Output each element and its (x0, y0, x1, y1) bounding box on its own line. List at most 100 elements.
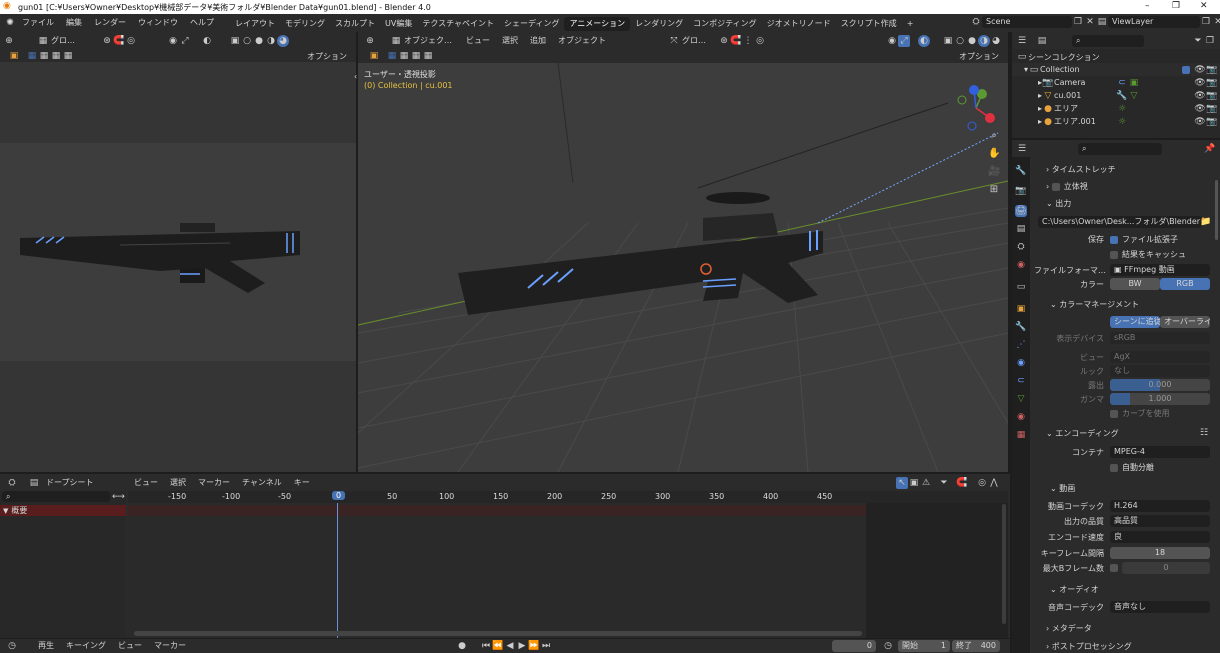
modifier-tab-icon[interactable]: 🔧 (1015, 321, 1027, 333)
dopesheet-menu-select[interactable]: 選択 (164, 474, 192, 491)
stereo-checkbox[interactable] (1051, 182, 1060, 191)
outliner-search-input[interactable]: ⌕ (1072, 34, 1144, 47)
viewlayer-name-field[interactable]: ViewLayer (1108, 16, 1200, 28)
snap-toggle-icon[interactable]: 🧲 (730, 35, 742, 47)
blender-menu-icon[interactable]: ✺ (4, 17, 16, 29)
select-box-icon[interactable]: ▦ (26, 50, 38, 62)
menu-window[interactable]: ウィンドウ (132, 14, 184, 32)
next-keyframe-icon[interactable]: ⏩ (528, 640, 540, 652)
dopesheet-menu-key[interactable]: キー (288, 474, 316, 491)
properties-search-input[interactable]: ⌕ (1078, 142, 1162, 155)
overlays-icon[interactable]: ◐ (918, 34, 930, 47)
material-tab-icon[interactable]: ◉ (1015, 411, 1027, 423)
camera-option-button[interactable]: オプション (302, 49, 352, 63)
auto-snap-icon[interactable]: 🧲 (956, 477, 968, 489)
timeline-menu-playback[interactable]: 再生 (32, 639, 60, 653)
pan-view-icon[interactable]: ✋ (988, 148, 1000, 160)
max-bframes-field[interactable]: 0 (1122, 562, 1210, 574)
display-device-dropdown[interactable]: sRGB (1110, 332, 1210, 344)
collection-eye-icon[interactable]: 👁 (1194, 64, 1206, 76)
play-reverse-icon[interactable]: ◀ (504, 640, 516, 652)
orientation-dropdown[interactable]: グロ… (51, 35, 75, 46)
outliner-item-cu001[interactable]: ▸ ▽ cu.001 🔧 ▽ 👁 📷 (1012, 89, 1220, 102)
outliner-item-camera[interactable]: ▸ 📷 Camera ⊂ ▣ 👁 📷 (1012, 76, 1220, 89)
use-curves-checkbox[interactable]: カーブを使用 (1110, 408, 1170, 419)
light-render-icon[interactable]: 📷 (1206, 103, 1218, 115)
timeline-editor-icon[interactable]: ◷ (6, 640, 18, 652)
dopesheet-menu-channel[interactable]: チャンネル (236, 474, 288, 491)
viewport-menu-object[interactable]: オブジェクト (552, 32, 612, 49)
channel-search-input[interactable]: ⌕ (2, 491, 110, 502)
jump-end-icon[interactable]: ⏭ (540, 640, 552, 652)
physics-tab-icon[interactable]: ◉ (1015, 357, 1027, 369)
camera-render-icon[interactable]: 📷 (1206, 77, 1218, 89)
solid-shading-icon[interactable]: ● (966, 35, 978, 47)
current-frame-indicator[interactable]: 0 (332, 491, 346, 500)
properties-editor-icon[interactable]: ☰ (1016, 143, 1028, 155)
overlay-icon[interactable]: ◐ (201, 35, 213, 47)
audio-codec-dropdown[interactable]: 音声なし (1110, 601, 1210, 613)
snap-target-icon[interactable]: ⋮ (742, 35, 754, 47)
viewport-editor-type-icon[interactable]: ⊕ (364, 35, 376, 47)
encoding-speed-dropdown[interactable]: 良 (1110, 531, 1210, 543)
object-mode-dropdown[interactable]: オブジェク… (404, 35, 452, 46)
preview-range-icon[interactable]: ◷ (882, 640, 894, 652)
outliner-item-light[interactable]: ▸ ● エリア ☼ 👁 📷 (1012, 102, 1220, 115)
select-extend-icon[interactable]: ▦ (38, 50, 50, 62)
record-icon[interactable]: ● (456, 640, 468, 652)
filter-icon[interactable]: ⏷ (1192, 35, 1204, 47)
scene-name-field[interactable]: Scene (982, 16, 1072, 28)
close-button[interactable]: ✕ (1200, 1, 1208, 11)
menu-help[interactable]: ヘルプ (184, 14, 220, 32)
delete-scene-icon[interactable]: ✕ (1084, 16, 1096, 28)
data-tab-icon[interactable]: ▽ (1015, 393, 1027, 405)
video-codec-dropdown[interactable]: H.264 (1110, 500, 1210, 512)
shading-material-icon[interactable]: ◑ (265, 35, 277, 47)
file-format-dropdown[interactable]: ▣ FFmpeg 動画 (1110, 264, 1210, 276)
texture-tab-icon[interactable]: ▦ (1015, 429, 1027, 441)
xray-icon[interactable]: ▣ (229, 35, 241, 47)
play-icon[interactable]: ▶ (516, 640, 528, 652)
select-invert-icon[interactable]: ▦ (62, 50, 74, 62)
outliner-item-light-001[interactable]: ▸ ● エリア.001 ☼ 👁 📷 (1012, 115, 1220, 128)
tab-layout[interactable]: レイアウト (230, 17, 280, 31)
scene-collection-row[interactable]: ▭ シーンコレクション (1012, 51, 1220, 63)
zoom-view-icon[interactable]: ⌕ (988, 130, 1000, 142)
tab-uv[interactable]: UV編集 (380, 17, 417, 31)
collection-row[interactable]: ▾ ▭ Collection 👁 📷 (1012, 63, 1220, 76)
show-hidden-icon[interactable]: ▣ (908, 477, 920, 489)
tab-geometry-nodes[interactable]: ジオメトリノード (762, 17, 836, 31)
file-extension-checkbox[interactable]: ファイル拡張子 (1110, 234, 1178, 245)
collection-tab-icon[interactable]: ▭ (1015, 281, 1027, 293)
world-tab-icon[interactable]: ◉ (1015, 259, 1027, 271)
section-encoding[interactable]: ⌄ エンコーディング (1034, 426, 1119, 441)
pivot-point-icon[interactable]: ⊛ (718, 35, 730, 47)
select-tool-icon[interactable]: ▣ (8, 50, 20, 62)
cache-result-checkbox[interactable]: 結果をキャッシュ (1110, 249, 1186, 260)
color-bw-button[interactable]: BW (1110, 278, 1160, 290)
timeline-menu-marker[interactable]: マーカー (148, 639, 192, 653)
horizontal-scrollbar[interactable] (134, 631, 862, 636)
timeline-ruler[interactable]: -150 -100 -50 0 50 100 150 200 250 300 3… (128, 491, 1008, 503)
select-subtract-icon[interactable]: ▦ (50, 50, 62, 62)
visibility-icon[interactable]: ◉ (167, 35, 179, 47)
viewport-select-invert-icon[interactable]: ▦ (422, 50, 434, 62)
render-tab-icon[interactable]: 📷 (1015, 185, 1027, 197)
new-collection-icon[interactable]: ❐ (1204, 35, 1216, 47)
keyframe-interval-field[interactable]: 18 (1110, 547, 1210, 559)
dopesheet-menu-view[interactable]: ビュー (128, 474, 164, 491)
section-video[interactable]: ⌄ 動画 (1038, 481, 1075, 496)
collection-checkbox[interactable] (1182, 65, 1190, 74)
view-transform-dropdown[interactable]: AgX (1110, 351, 1210, 363)
restore-button[interactable]: ❐ (1172, 1, 1180, 11)
light-eye-icon[interactable]: 👁 (1194, 103, 1206, 115)
look-dropdown[interactable]: なし (1110, 365, 1210, 377)
viewport-menu-view[interactable]: ビュー (460, 32, 496, 49)
object-visibility-icon[interactable]: ◉ (886, 35, 898, 47)
section-color-management[interactable]: ⌄ カラーマネージメント (1038, 297, 1139, 312)
sync-width-icon[interactable]: ⟷ (112, 491, 125, 503)
material-preview-icon[interactable]: ◑ (978, 34, 990, 47)
dopesheet-menu-marker[interactable]: マーカー (192, 474, 236, 491)
tab-rendering[interactable]: レンダリング (630, 17, 688, 31)
display-mode-icon[interactable]: ▤ (1036, 35, 1048, 47)
